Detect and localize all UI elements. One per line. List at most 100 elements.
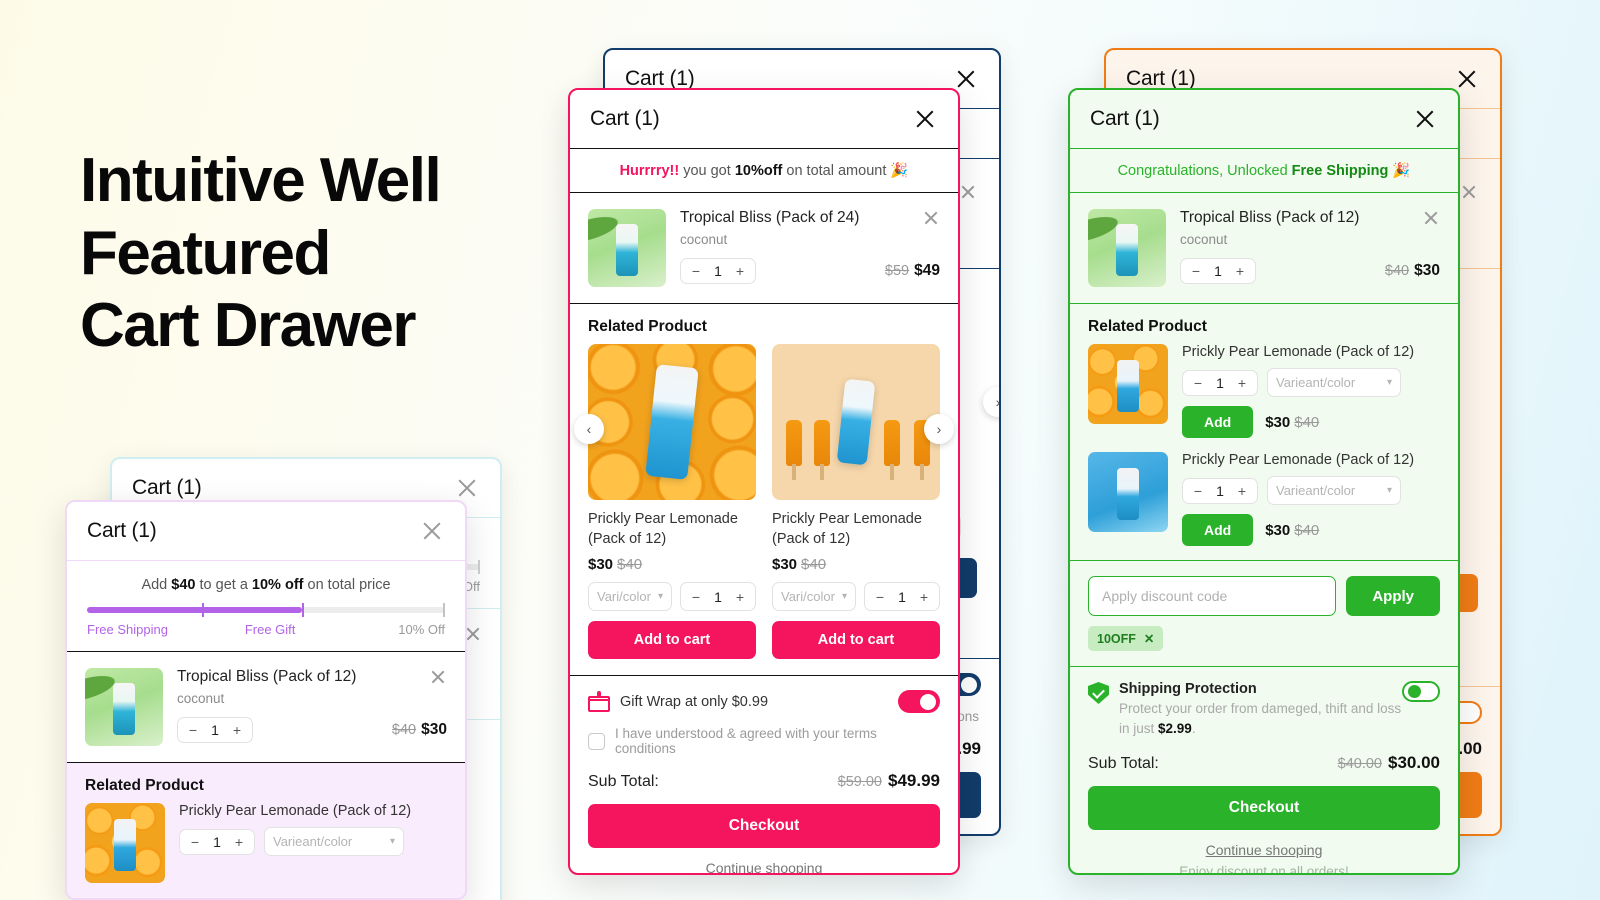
quantity-stepper[interactable]: − 1 + [680, 582, 756, 612]
related-product-name: Prickly Pear Lemonade (Pack of 12) [1182, 452, 1415, 468]
continue-shopping-link[interactable]: Continue shooping [588, 860, 940, 873]
drawer-footer: Shipping Protection Protect your order f… [1070, 667, 1458, 873]
qty-increment[interactable]: + [1231, 483, 1253, 499]
qty-increment[interactable]: + [1231, 375, 1253, 391]
quantity-stepper[interactable]: − 1 + [1182, 369, 1258, 396]
hero-line-1: Intuitive Well [80, 146, 442, 215]
related-product-card: Prickly Pear Lemonade (Pack of 12) $30 $4… [772, 344, 940, 660]
price-new: $30 [772, 556, 798, 574]
item-title: Tropical Bliss (Pack of 12) [177, 668, 357, 685]
qty-value: 1 [714, 588, 722, 605]
discount-code-input[interactable] [1088, 576, 1337, 616]
checkout-button[interactable]: Checkout [1088, 786, 1440, 831]
variant-select[interactable]: Varieant/color ▾ [1267, 476, 1401, 505]
close-icon[interactable] [454, 475, 480, 501]
product-thumbnail [1088, 344, 1168, 424]
related-product-row: Prickly Pear Lemonade (Pack of 12) − 1 +… [1088, 452, 1440, 546]
carousel-next-icon[interactable]: › [924, 414, 954, 444]
qty-decrement[interactable]: − [685, 589, 707, 605]
close-icon[interactable] [953, 66, 979, 92]
chevron-down-icon: ▾ [1386, 377, 1392, 388]
drawer-title: Cart (1) [87, 519, 157, 542]
drawer-header: Cart (1) [67, 502, 465, 561]
checkout-button[interactable]: Checkout [588, 804, 940, 849]
quantity-stepper[interactable]: − 1 + [1180, 258, 1256, 284]
carousel-next-icon[interactable]: › [983, 387, 999, 417]
price-old: $40 [391, 722, 417, 738]
related-product-image [588, 344, 756, 500]
progress-meter: Add $40 to get a 10% off on total price … [67, 561, 465, 652]
related-product-image [772, 344, 940, 500]
variant-select[interactable]: Vari/color ▾ [772, 582, 856, 612]
terms-checkbox[interactable] [588, 732, 605, 750]
apply-discount-button[interactable]: Apply [1346, 576, 1440, 616]
qty-decrement[interactable]: − [182, 722, 204, 738]
promo-text-1: Congratulations, Unlocked [1117, 163, 1292, 179]
gift-wrap-toggle[interactable] [898, 690, 940, 714]
cart-drawer-pink: Cart (1) Hurrrry!! you got 10%off on tot… [568, 88, 960, 875]
remove-item-icon[interactable] [959, 183, 977, 201]
cart-line-item: Tropical Bliss (Pack of 12) coconut − 1 … [67, 652, 465, 763]
related-product-name: Prickly Pear Lemonade (Pack of 12) [1182, 344, 1415, 360]
price-new: $30 [421, 721, 447, 738]
variant-select[interactable]: Vari/color ▾ [588, 582, 672, 612]
drawer-title: Cart (1) [132, 476, 202, 499]
qty-increment[interactable]: + [913, 589, 935, 605]
product-thumbnail [588, 209, 666, 287]
qty-decrement[interactable]: − [685, 263, 707, 279]
progress-track[interactable] [87, 603, 445, 617]
remove-item-icon[interactable] [1460, 183, 1478, 201]
add-button[interactable]: Add [1182, 514, 1254, 546]
close-icon[interactable] [912, 106, 938, 132]
add-to-cart-button[interactable]: Add to cart [588, 621, 756, 660]
quantity-stepper[interactable]: − 1 + [177, 717, 253, 743]
qty-increment[interactable]: + [228, 834, 250, 850]
close-icon[interactable] [1412, 106, 1438, 132]
related-product-price: $30 $40 [1265, 414, 1319, 431]
price-old: $40 [1294, 413, 1320, 431]
qty-increment[interactable]: + [1229, 263, 1251, 279]
add-to-cart-button[interactable]: Add to cart [772, 621, 940, 660]
product-thumbnail [85, 668, 163, 746]
remove-discount-icon[interactable]: ✕ [1144, 631, 1154, 646]
promo-banner: Congratulations, Unlocked Free Shipping … [1070, 149, 1458, 193]
close-icon[interactable] [1454, 66, 1480, 92]
remove-item-icon[interactable] [922, 209, 940, 227]
meter-label-free-gift: Free Gift [244, 622, 296, 637]
price-new: $49 [914, 262, 940, 279]
variant-select[interactable]: Varieant/color ▾ [264, 827, 404, 856]
variant-placeholder: Varieant/color [273, 834, 353, 849]
remove-item-icon[interactable] [1422, 209, 1440, 227]
quantity-stepper[interactable]: − 1 + [179, 828, 255, 855]
qty-increment[interactable]: + [729, 589, 751, 605]
meter-discount: 10% off [251, 577, 304, 593]
shipping-protection-desc: Protect your order from dameged, thift a… [1119, 699, 1402, 738]
party-popper-icon: 🎉 [1392, 163, 1411, 179]
qty-increment[interactable]: + [226, 722, 248, 738]
add-button[interactable]: Add [1182, 406, 1254, 438]
chevron-down-icon: ▾ [841, 591, 847, 603]
carousel-prev-icon[interactable]: ‹ [574, 414, 604, 444]
qty-decrement[interactable]: − [1185, 263, 1207, 279]
quantity-stepper[interactable]: − 1 + [864, 582, 940, 612]
close-icon[interactable] [419, 518, 445, 544]
meter-amount: $40 [171, 577, 196, 593]
meter-label-free-shipping: Free Shipping [87, 622, 168, 637]
shipping-protection-toggle[interactable] [1402, 681, 1440, 702]
variant-select[interactable]: Varieant/color ▾ [1267, 368, 1401, 397]
variant-placeholder: Vari/color [781, 589, 835, 605]
qty-decrement[interactable]: − [1187, 483, 1209, 499]
related-products-section: Related Product Prickly Pear Lemonade (P… [67, 763, 465, 898]
chevron-down-icon: ▾ [389, 836, 395, 847]
qty-decrement[interactable]: − [1187, 375, 1209, 391]
remove-item-icon[interactable] [429, 668, 447, 686]
qty-increment[interactable]: + [729, 263, 751, 279]
quantity-stepper[interactable]: − 1 + [680, 258, 756, 284]
related-product-price: $30 $40 [772, 556, 940, 573]
qty-decrement[interactable]: − [184, 834, 206, 850]
qty-decrement[interactable]: − [869, 589, 891, 605]
continue-shopping-link[interactable]: Continue shooping [1088, 842, 1440, 858]
quantity-stepper[interactable]: − 1 + [1182, 477, 1258, 504]
related-heading: Related Product [1088, 318, 1207, 335]
subtotal-value: .00 [1458, 739, 1482, 758]
